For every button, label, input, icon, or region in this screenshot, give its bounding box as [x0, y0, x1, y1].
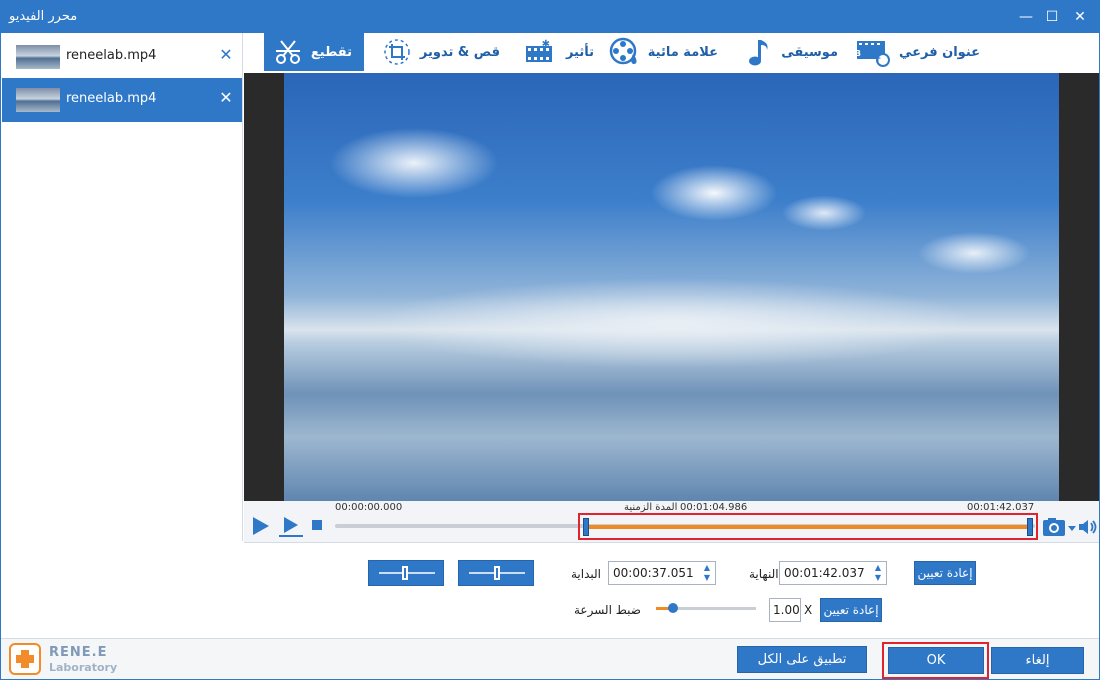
- speed-unit: X: [804, 603, 813, 617]
- video-frame-image: [284, 73, 1059, 501]
- crop-rotate-icon: [382, 37, 412, 67]
- video-thumbnail: [16, 88, 60, 112]
- tab-label: تقطيع: [310, 44, 352, 60]
- video-preview-area: [244, 73, 1099, 501]
- tab-effect[interactable]: تأثير ✱: [514, 33, 594, 71]
- start-time-field[interactable]: 00:00:37.051 ▲ ▼: [608, 561, 716, 585]
- title-bar: محرر الفيديو — ☐ ✕: [1, 1, 1099, 33]
- svg-text:SUB: SUB: [855, 49, 861, 58]
- tab-watermark[interactable]: علامة مائية: [604, 33, 718, 71]
- tab-label: تأثير: [565, 44, 594, 60]
- editor-toolbar: تقطيع قص & تدوير تأثير ✱ علامة مائية موس…: [244, 33, 1099, 73]
- timeline-start-time: 00:00:00.000: [335, 502, 403, 513]
- svg-text:✱: ✱: [542, 39, 550, 50]
- file-name: reneelab.mp4: [66, 91, 157, 106]
- stop-icon[interactable]: [312, 520, 322, 530]
- play-selection-icon[interactable]: [278, 515, 304, 543]
- remove-file-icon[interactable]: ✕: [216, 87, 236, 109]
- end-label: النهاية: [749, 567, 779, 581]
- speed-value-field[interactable]: 1.00: [769, 598, 801, 622]
- set-start-marker-button[interactable]: [368, 560, 444, 586]
- end-time-value: 00:01:42.037: [784, 566, 865, 580]
- volume-icon[interactable]: [1078, 518, 1098, 540]
- subtitle-icon: SUB T: [855, 37, 891, 67]
- timeline-end-time: 00:01:42.037: [967, 502, 1035, 513]
- start-time-value: 00:00:37.051: [613, 566, 694, 580]
- speed-label: ضبط السرعة: [574, 603, 641, 617]
- speed-value: 1.00: [773, 603, 800, 617]
- trim-control-panel: البداية 00:00:37.051 ▲ ▼ النهاية 00:01:42…: [244, 543, 1099, 638]
- video-thumbnail: [16, 45, 60, 69]
- watermark-icon: [608, 36, 640, 68]
- apply-to-all-button[interactable]: تطبيق على الكل: [737, 646, 867, 673]
- close-window-button[interactable]: ✕: [1069, 7, 1091, 27]
- logo-cross-bar: [21, 650, 29, 668]
- tab-label: قص & تدوير: [419, 44, 500, 60]
- file-name: reneelab.mp4: [66, 48, 157, 63]
- play-icon[interactable]: [250, 515, 272, 541]
- rene-e-logo: RENE.E Laboratory: [9, 643, 119, 677]
- spinner-arrows-icon[interactable]: ▲ ▼: [701, 563, 713, 583]
- tab-music[interactable]: موسيقى: [738, 33, 838, 71]
- speed-slider-knob[interactable]: [668, 603, 678, 613]
- maximize-button[interactable]: ☐: [1041, 7, 1063, 27]
- minimize-button[interactable]: —: [1015, 7, 1037, 27]
- tab-label: علامة مائية: [647, 44, 718, 60]
- svg-text:T: T: [875, 57, 881, 66]
- timeline-duration-label: المدة الزمنية: [624, 502, 678, 513]
- tab-subtitle[interactable]: عنوان فرعي SUB T: [854, 33, 980, 71]
- file-list-item[interactable]: reneelab.mp4 ✕: [2, 35, 242, 79]
- film-effect-icon: ✱: [524, 38, 558, 66]
- tab-label: موسيقى: [781, 44, 838, 60]
- file-list-sidebar: reneelab.mp4 ✕ reneelab.mp4 ✕: [1, 33, 243, 541]
- cancel-button[interactable]: إلغاء: [991, 647, 1084, 674]
- end-time-field[interactable]: 00:01:42.037 ▲ ▼: [779, 561, 887, 585]
- reset-trim-button[interactable]: إعادة تعيين: [914, 561, 976, 585]
- start-label: البداية: [571, 567, 602, 581]
- trim-start-handle[interactable]: [583, 518, 589, 536]
- logo-sub-text: Laboratory: [49, 661, 118, 674]
- camera-snapshot-icon[interactable]: [1041, 516, 1077, 542]
- file-list-item-selected[interactable]: reneelab.mp4 ✕: [2, 78, 242, 122]
- trim-end-handle[interactable]: [1027, 518, 1033, 536]
- music-note-icon: [745, 36, 773, 68]
- video-editor-window: محرر الفيديو — ☐ ✕ reneelab.mp4 ✕ reneel…: [0, 0, 1100, 680]
- trim-selection-fill: [588, 525, 1030, 529]
- timeline-bar: 00:00:00.000 المدة الزمنية 00:01:04.986 …: [244, 501, 1099, 543]
- footer-bar: RENE.E Laboratory تطبيق على الكل OK إلغا…: [1, 638, 1099, 679]
- tab-cut[interactable]: تقطيع: [264, 33, 364, 71]
- reset-speed-button[interactable]: إعادة تعيين: [820, 598, 882, 622]
- window-title: محرر الفيديو: [9, 9, 78, 24]
- ok-button[interactable]: OK: [888, 647, 984, 674]
- set-end-marker-button[interactable]: [458, 560, 534, 586]
- tab-crop-rotate[interactable]: قص & تدوير: [380, 33, 500, 71]
- scissors-icon: [273, 37, 303, 67]
- tab-label: عنوان فرعي: [898, 44, 980, 60]
- logo-brand-text: RENE.E: [49, 645, 108, 660]
- remove-file-icon[interactable]: ✕: [216, 44, 236, 66]
- trim-selection-range[interactable]: [578, 513, 1038, 540]
- spinner-arrows-icon[interactable]: ▲ ▼: [872, 563, 884, 583]
- timeline-duration-value: 00:01:04.986: [680, 502, 748, 513]
